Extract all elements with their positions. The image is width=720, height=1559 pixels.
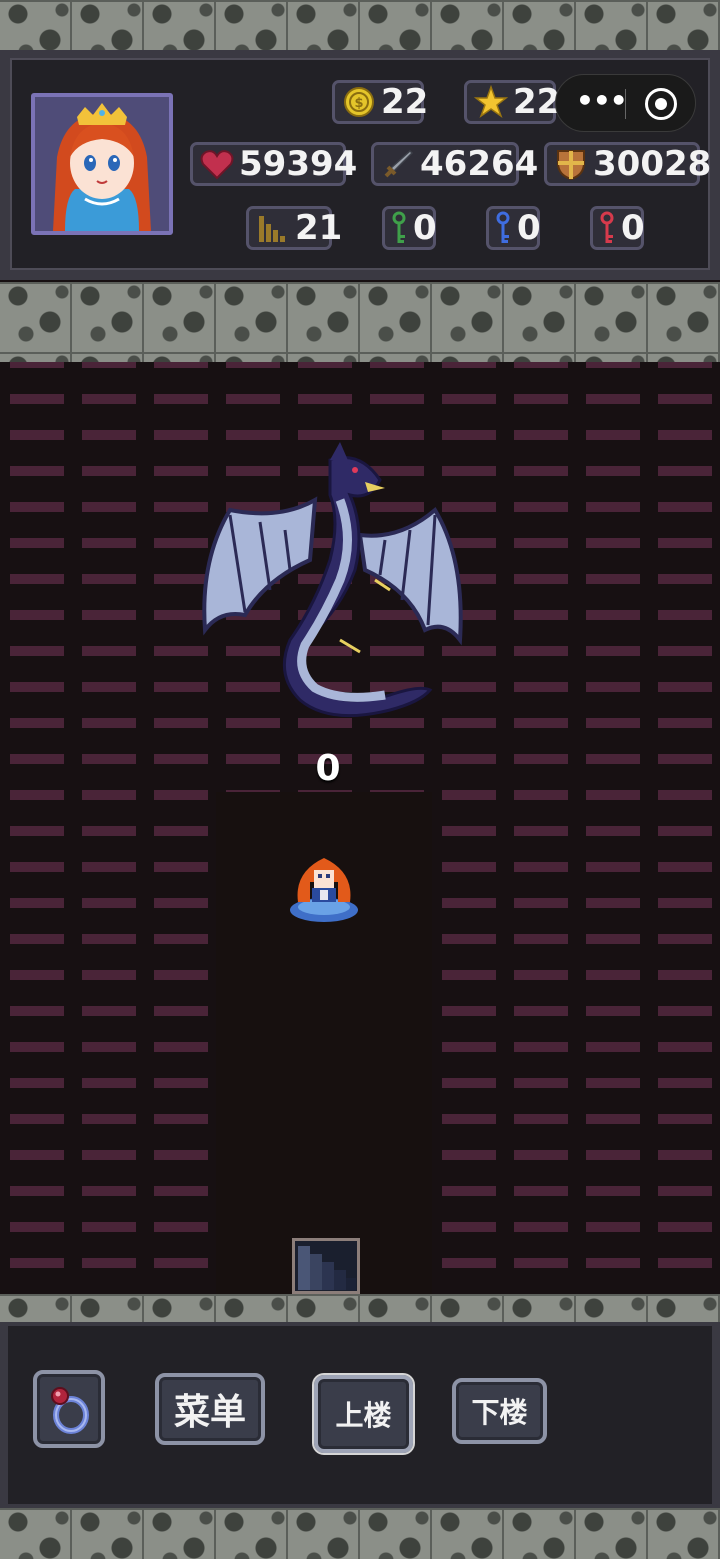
green-key-icon [389, 210, 409, 246]
red-key-count: 0 [621, 208, 645, 248]
green-key-counter: 0 [382, 206, 437, 250]
stone-wall-low [0, 1294, 720, 1322]
svg-text:$: $ [354, 96, 363, 111]
green-key-count: 0 [413, 208, 437, 248]
coin-counter: $ 22 [332, 80, 428, 124]
close-miniprogram-icon[interactable] [645, 88, 677, 120]
stone-wall-mid [0, 282, 720, 362]
stairs-icon [255, 210, 291, 246]
red-key-counter: 0 [590, 206, 645, 250]
go-upstairs-button[interactable]: 上楼 [312, 1373, 415, 1455]
red-key-icon [597, 210, 617, 246]
defense-counter: 30028 [544, 142, 711, 186]
coin-icon: $ [341, 84, 377, 120]
dragon-boss[interactable] [190, 440, 480, 730]
star-icon [473, 84, 509, 120]
ring-item-button[interactable] [33, 1370, 105, 1448]
sword-icon [380, 146, 416, 182]
defense-value: 30028 [593, 144, 712, 184]
blue-key-icon [493, 210, 513, 246]
damage-number: 0 [315, 748, 341, 789]
attack-value: 46264 [420, 144, 539, 184]
stone-wall-top [0, 0, 720, 52]
capsule-divider [625, 89, 626, 119]
hp-value: 59394 [239, 144, 358, 184]
hero-portrait [31, 93, 173, 235]
floor-number: 21 [295, 208, 343, 248]
hp-counter: 59394 [190, 142, 357, 186]
menu-button[interactable]: 菜单 [155, 1373, 265, 1445]
more-options-icon[interactable]: ••• [576, 87, 628, 115]
attack-counter: 46264 [371, 142, 538, 186]
hero-sprite[interactable] [288, 852, 360, 924]
heart-icon [199, 146, 235, 182]
star-count: 22 [513, 82, 561, 122]
shield-icon [553, 146, 589, 182]
blue-key-counter: 0 [486, 206, 541, 250]
ring-icon [51, 1387, 89, 1434]
stairs-down-tile[interactable] [292, 1238, 360, 1294]
star-counter: 22 [464, 80, 560, 124]
floor-counter: 21 [246, 206, 342, 250]
blue-key-count: 0 [517, 208, 541, 248]
stone-wall-bottom [0, 1508, 720, 1559]
coin-count: 22 [381, 82, 429, 122]
go-downstairs-button[interactable]: 下楼 [452, 1378, 547, 1444]
miniprogram-capsule: ••• [555, 74, 696, 132]
